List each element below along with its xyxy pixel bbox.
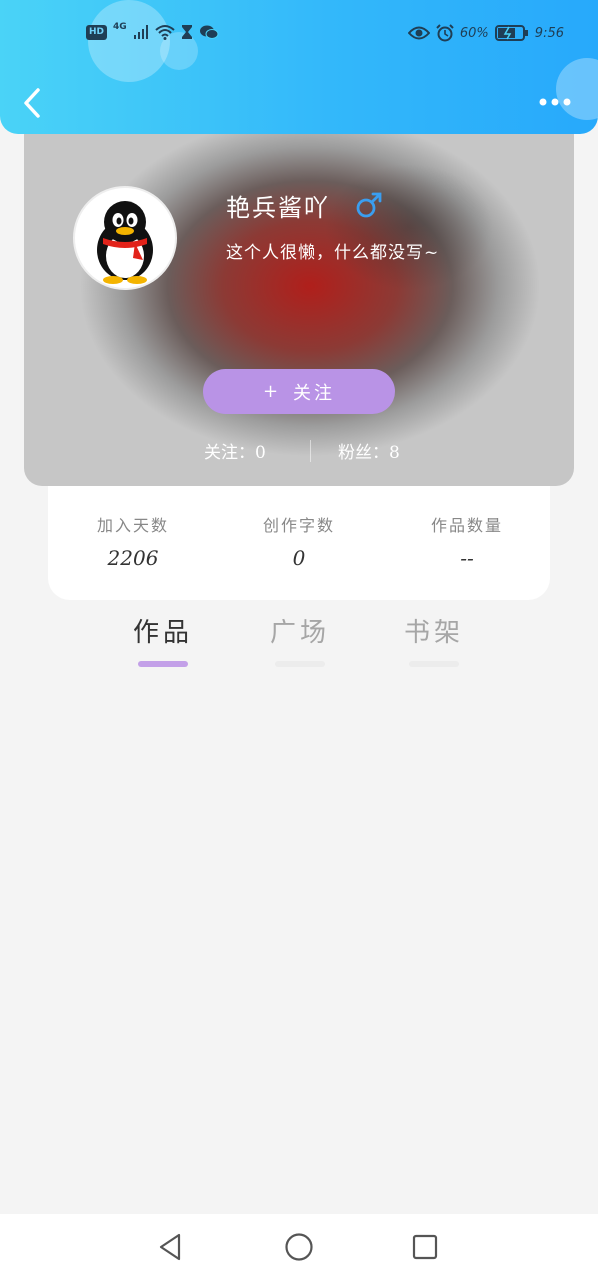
username: 艳兵酱吖 [226,194,330,222]
male-gender-icon [354,190,384,220]
more-dots-icon [539,98,571,106]
back-button[interactable] [18,86,48,120]
app-header: HD 4G 60% 9:56 [0,0,598,134]
user-bio: 这个人很懒，什么都没写~ [226,243,440,263]
recent-square-icon [412,1234,438,1260]
nav-home-button[interactable] [283,1231,315,1263]
home-circle-icon [285,1233,313,1261]
nav-back-button[interactable] [155,1231,187,1263]
stat-join-days: 加入天数 2206 [96,516,169,570]
back-triangle-icon [159,1233,181,1261]
tab-bookshelf[interactable]: 书架 [389,612,479,667]
plus-icon: + [262,381,282,402]
tab-indicator [138,661,188,667]
alarm-icon [436,24,454,42]
avatar[interactable] [73,186,177,290]
follow-button[interactable]: + 关注 [203,369,395,414]
content-tabs: 作品 广场 书架 [0,612,598,678]
tab-works[interactable]: 作品 [118,612,208,667]
profile-card: 艳兵酱吖 这个人很懒，什么都没写~ + 关注 关注：0 粉丝：8 [24,116,574,486]
network-type: 4G [113,22,127,32]
more-button[interactable] [536,90,576,114]
stat-word-count: 创作字数 0 [262,516,335,570]
follow-button-label: 关注 [293,382,336,404]
status-bar: HD 4G 60% 9:56 [0,20,598,50]
eye-icon [407,26,430,40]
battery-percent: 60% [459,25,489,41]
system-nav-bar [0,1214,598,1280]
penguin-avatar-icon [97,201,153,284]
wifi-icon [155,25,175,40]
hd-badge: HD [86,24,108,40]
clock: 9:56 [534,25,564,41]
tab-indicator [409,661,459,667]
following-stat[interactable]: 关注：0 [204,438,266,463]
fans-stat[interactable]: 粉丝：8 [338,438,400,463]
tab-plaza[interactable]: 广场 [255,612,345,667]
nav-recent-button[interactable] [409,1231,441,1263]
hourglass-icon [181,25,192,39]
divider [310,440,311,462]
stat-works-count: 作品数量 -- [430,516,503,570]
tab-indicator [275,661,325,667]
chevron-left-icon [24,88,40,118]
user-stats-card: 加入天数 2206 创作字数 0 作品数量 -- [48,486,550,600]
battery-icon [494,25,528,41]
wechat-icon [199,25,219,39]
signal-icon [133,25,148,39]
follow-stats: 关注：0 粉丝：8 [24,436,574,464]
